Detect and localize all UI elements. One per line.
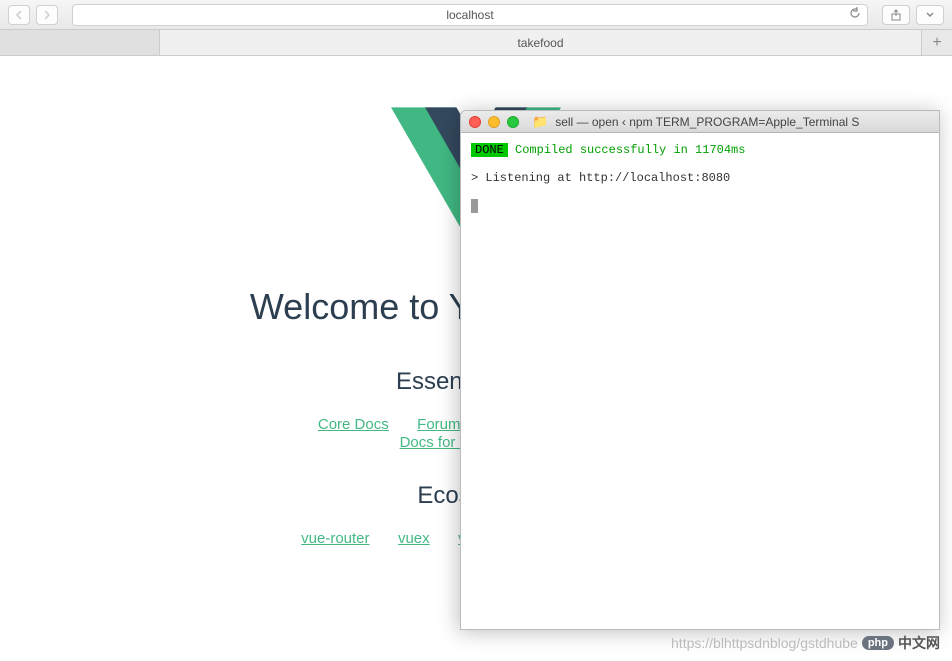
folder-icon: 📁 xyxy=(532,114,548,130)
traffic-lights xyxy=(469,116,519,128)
link-vuex[interactable]: vuex xyxy=(398,530,430,547)
share-button[interactable] xyxy=(882,5,910,25)
terminal-titlebar[interactable]: 📁 sell — open ‹ npm TERM_PROGRAM=Apple_T… xyxy=(461,111,939,133)
tab-inactive[interactable] xyxy=(0,30,160,55)
back-button[interactable] xyxy=(8,5,30,25)
terminal-cursor xyxy=(471,199,478,213)
terminal-window: 📁 sell — open ‹ npm TERM_PROGRAM=Apple_T… xyxy=(460,110,940,630)
terminal-body[interactable]: DONE Compiled successfully in 11704ms > … xyxy=(461,133,939,629)
tabs-button[interactable] xyxy=(916,5,944,25)
forward-button[interactable] xyxy=(36,5,58,25)
watermark-cn: 中文网 xyxy=(898,633,940,653)
link-core-docs[interactable]: Core Docs xyxy=(318,416,389,433)
tab-active[interactable]: takefood xyxy=(160,30,922,55)
tab-bar: takefood + xyxy=(0,30,952,56)
toolbar-right xyxy=(882,5,944,25)
maximize-icon[interactable] xyxy=(507,116,519,128)
terminal-title-text: sell — open ‹ npm TERM_PROGRAM=Apple_Ter… xyxy=(555,115,859,129)
link-forum[interactable]: Forum xyxy=(417,416,460,433)
browser-toolbar: localhost xyxy=(0,0,952,30)
minimize-icon[interactable] xyxy=(488,116,500,128)
reload-icon[interactable] xyxy=(849,7,861,22)
address-text: localhost xyxy=(446,8,493,22)
php-badge: php xyxy=(862,636,894,650)
watermark: https://blhttpsdnblog/gstdhube php 中文网 xyxy=(671,633,940,653)
watermark-url: https://blhttpsdnblog/gstdhube xyxy=(671,635,858,651)
new-tab-button[interactable]: + xyxy=(922,30,952,55)
terminal-line-done: DONE Compiled successfully in 11704ms xyxy=(471,143,929,157)
close-icon[interactable] xyxy=(469,116,481,128)
address-bar[interactable]: localhost xyxy=(72,4,868,26)
done-badge: DONE xyxy=(471,143,508,157)
terminal-line-listen: > Listening at http://localhost:8080 xyxy=(471,171,929,185)
link-vue-router[interactable]: vue-router xyxy=(301,530,369,547)
